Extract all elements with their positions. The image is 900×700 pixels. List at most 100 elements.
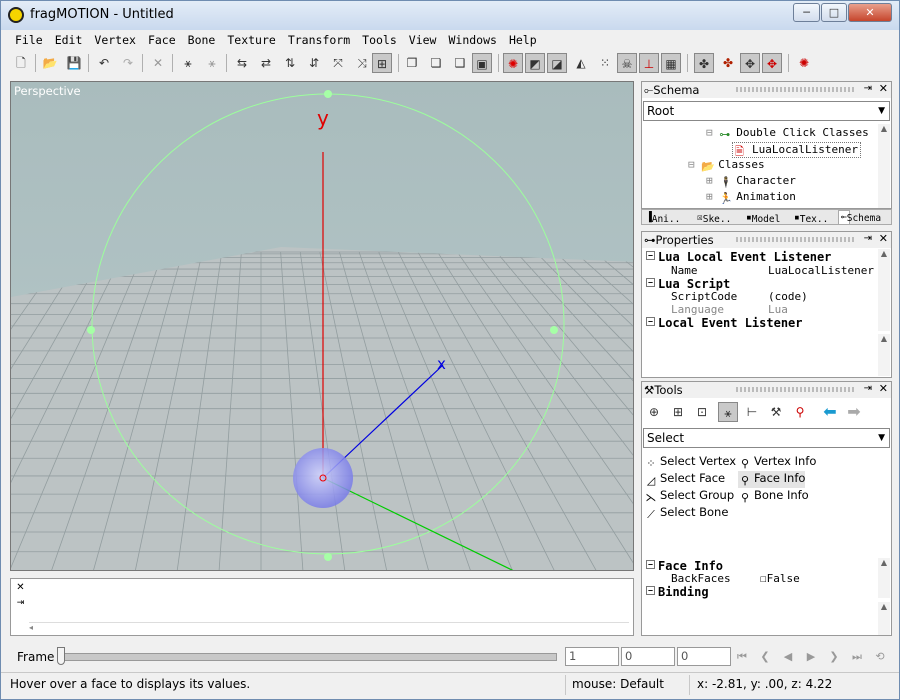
tools-close-icon[interactable]: ✕ xyxy=(879,382,888,395)
property-row-backfaces[interactable]: BackFaces ☐False xyxy=(643,572,877,585)
property-category[interactable]: − Face Info xyxy=(643,559,877,573)
tool-list-icon[interactable]: ⊞ xyxy=(668,402,688,422)
tool-camera-icon[interactable]: ⊡ xyxy=(692,402,712,422)
save-icon[interactable]: 💾 xyxy=(64,53,84,73)
tab-skeleton[interactable]: ☒ Ske.. xyxy=(697,212,731,225)
properties-scrollbar[interactable]: ▲ xyxy=(878,249,890,331)
move-left-icon[interactable]: ⇆ xyxy=(232,53,252,73)
output-hscrollbar[interactable]: ◂ xyxy=(29,622,629,634)
property-category[interactable]: − Lua Script xyxy=(643,277,877,291)
deselect-icon[interactable]: ⚹ xyxy=(202,53,222,73)
select-bone-button[interactable]: ⟋ Select Bone xyxy=(644,505,728,522)
tool-desc-scrollbar[interactable]: ▲ xyxy=(878,602,890,635)
move-down-icon[interactable]: ⇵ xyxy=(304,53,324,73)
delete-icon[interactable]: ✕ xyxy=(148,53,168,73)
play-icon[interactable]: ▶ xyxy=(802,648,820,666)
move-bone-icon[interactable]: ⤧ xyxy=(328,53,348,73)
back-arrow-icon[interactable]: ⬅ xyxy=(820,402,840,422)
menu-windows[interactable]: Windows xyxy=(442,31,502,50)
schema-root-dropdown[interactable]: Root ▼ xyxy=(643,101,890,121)
menu-bone[interactable]: Bone xyxy=(182,31,222,50)
face-info-button[interactable]: ⚲ Face Info xyxy=(738,471,806,488)
menu-face[interactable]: Face xyxy=(142,31,182,50)
close-button[interactable]: ✕ xyxy=(848,3,892,22)
property-grid[interactable]: − Lua Local Event Listener Name LuaLocalLi… xyxy=(642,249,880,331)
root-bone-sphere[interactable] xyxy=(293,448,353,508)
tools-pin-icon[interactable]: ⇥ xyxy=(864,383,872,394)
schema-tree[interactable]: ⊟ ⊶ Double Click Classes 🗎 LuaLocalListene… xyxy=(642,124,878,208)
property-category[interactable]: − Local Event Listener xyxy=(643,316,877,330)
select-face-button[interactable]: ◿ Select Face xyxy=(644,471,725,488)
menu-texture[interactable]: Texture xyxy=(221,31,281,50)
select-vertex-button[interactable]: ⁘ Select Vertex xyxy=(644,454,736,471)
properties-pin-icon[interactable]: ⇥ xyxy=(864,233,872,244)
frame-end-field[interactable]: 0 xyxy=(677,647,731,666)
flat-shade-icon[interactable]: ◭ xyxy=(571,53,591,73)
grid-icon[interactable]: ▦ xyxy=(661,53,681,73)
bone-info-button[interactable]: ⚲ Bone Info xyxy=(738,488,809,505)
next-key-icon[interactable]: ❯ xyxy=(825,648,843,666)
vertex-info-button[interactable]: ⚲ Vertex Info xyxy=(738,454,816,471)
gizmo-handle-left[interactable] xyxy=(87,326,95,334)
undo-icon[interactable]: ↶ xyxy=(94,53,114,73)
schema-pin-icon[interactable]: ⇥ xyxy=(864,83,872,94)
skeleton-icon[interactable]: ☠ xyxy=(617,53,637,73)
output-panel[interactable]: ✕ ⇥ ◂ xyxy=(10,578,634,636)
gizmo-handle-top[interactable] xyxy=(324,90,332,98)
tab-animation[interactable]: ▐ Ani.. xyxy=(646,212,680,225)
frame-start-field[interactable]: 0 xyxy=(621,647,675,666)
3d-viewport[interactable]: y x Perspective xyxy=(10,81,634,571)
open-folder-icon[interactable]: 📂 xyxy=(40,53,60,73)
menu-view[interactable]: View xyxy=(403,31,443,50)
property-category[interactable]: − Lua Local Event Listener xyxy=(643,250,877,264)
first-frame-icon[interactable]: ⏮ xyxy=(733,648,751,666)
redo-icon[interactable]: ↷ xyxy=(118,53,138,73)
tree-item-double-click-classes[interactable]: ⊟ ⊶ Double Click Classes xyxy=(706,126,869,142)
bone-view-icon[interactable]: ✺ xyxy=(503,53,523,73)
properties-close-icon[interactable]: ✕ xyxy=(879,232,888,245)
select-vertices-icon[interactable]: ⚹ xyxy=(178,53,198,73)
tool-info-grid[interactable]: − Face Info BackFaces ☐False − Binding xyxy=(642,558,878,599)
schema-close-icon[interactable]: ✕ xyxy=(879,82,888,95)
tab-schema[interactable]: ⟜ Schema xyxy=(838,210,881,224)
move-joint-icon[interactable]: ⤨ xyxy=(352,53,372,73)
menu-transform[interactable]: Transform xyxy=(282,31,356,50)
play-back-icon[interactable]: ◀ xyxy=(779,648,797,666)
frame-slider[interactable] xyxy=(61,653,557,661)
new-file-icon[interactable]: 🗋 xyxy=(11,53,31,73)
group-icon[interactable]: ⊞ xyxy=(372,53,392,73)
output-pin-icon[interactable]: ⇥ xyxy=(14,597,27,610)
gizmo-handle-right[interactable] xyxy=(550,326,558,334)
tree-item-classes[interactable]: ⊟ 📂 Classes xyxy=(688,158,765,174)
menu-edit[interactable]: Edit xyxy=(49,31,89,50)
maximize-button[interactable]: □ xyxy=(821,3,847,22)
tree-item-lua-local-listener[interactable]: 🗎 LuaLocalListener xyxy=(732,142,861,158)
menu-vertex[interactable]: Vertex xyxy=(88,31,142,50)
copy-icon[interactable]: ❐ xyxy=(402,53,422,73)
schema-scrollbar[interactable]: ▲ xyxy=(878,124,890,208)
wireframe-icon[interactable]: ◩ xyxy=(525,53,545,73)
property-row-scriptcode[interactable]: ScriptCode (code) xyxy=(643,290,877,303)
tree-item-character[interactable]: ⊞ 🕴 Character xyxy=(706,174,796,190)
menu-file[interactable]: File xyxy=(9,31,49,50)
snap-grid-icon[interactable]: ✤ xyxy=(718,53,738,73)
snap-face-icon[interactable]: ✥ xyxy=(762,53,782,73)
tool-tree-icon[interactable]: ⊢ xyxy=(742,402,762,422)
points-icon[interactable]: ⁙ xyxy=(595,53,615,73)
move-up-icon[interactable]: ⇅ xyxy=(280,53,300,73)
tool-info-scrollbar[interactable]: ▲ xyxy=(878,558,890,598)
loop-icon[interactable]: ⟲ xyxy=(871,648,889,666)
texture-view-icon[interactable]: ▣ xyxy=(472,53,492,73)
tool-hammer-icon[interactable]: ⚒ xyxy=(766,402,786,422)
snap-bone-icon[interactable]: ✥ xyxy=(740,53,760,73)
tool-hierarchy-icon[interactable]: ⊕ xyxy=(644,402,664,422)
paste-icon[interactable]: ❏ xyxy=(426,53,446,73)
frame-current-field[interactable]: 1 xyxy=(565,647,619,666)
minimize-button[interactable]: ─ xyxy=(793,3,820,22)
tree-item-animation[interactable]: ⊞ 🏃 Animation xyxy=(706,190,796,206)
gizmo-handle-bottom[interactable] xyxy=(324,553,332,561)
last-frame-icon[interactable]: ⏭ xyxy=(848,648,866,666)
axis-icon[interactable]: ⊥ xyxy=(639,53,659,73)
prev-key-icon[interactable]: ❮ xyxy=(756,648,774,666)
frame-slider-thumb[interactable] xyxy=(57,647,65,665)
